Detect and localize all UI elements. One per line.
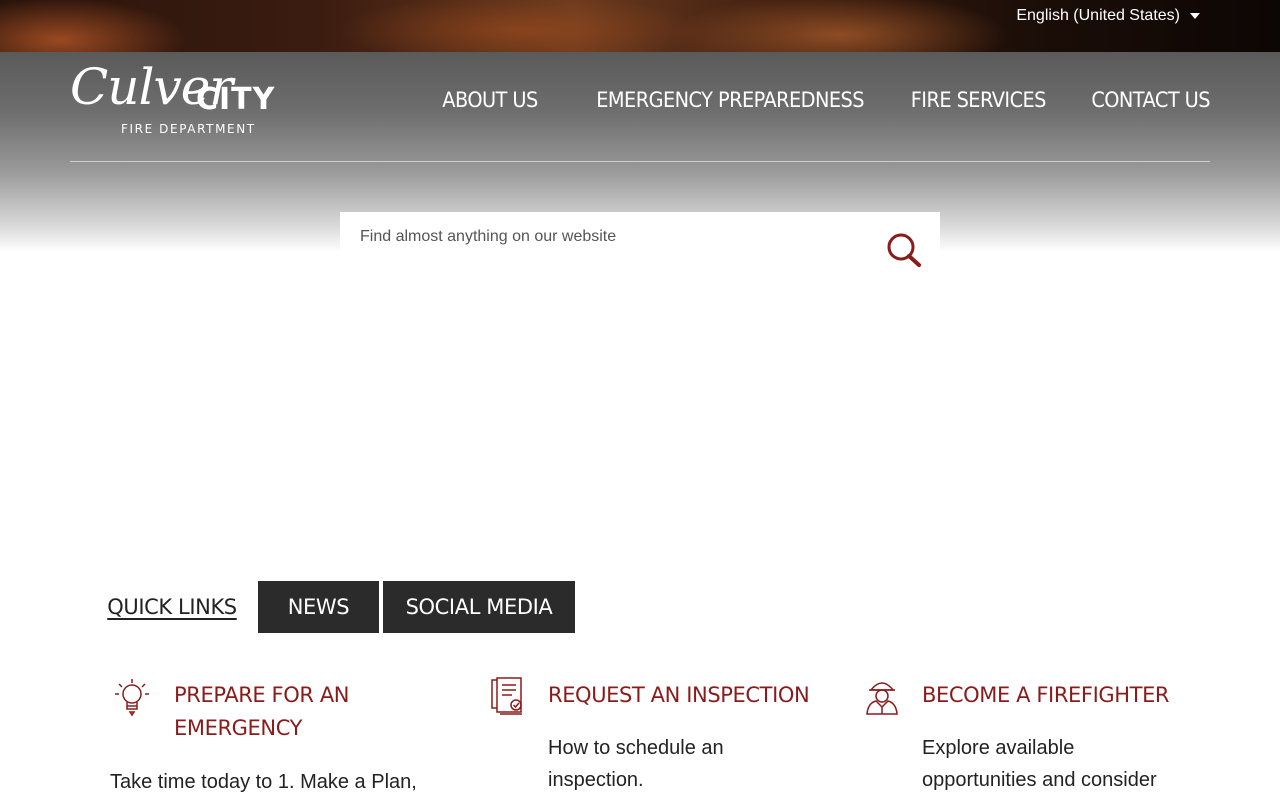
top-utility-bar: English (United States) bbox=[0, 0, 1280, 52]
language-selector[interactable]: English (United States) bbox=[1016, 6, 1200, 26]
lightbulb-icon bbox=[115, 679, 149, 717]
logo-city-text: CITY bbox=[196, 82, 276, 117]
nav-item-fire-services[interactable]: FIRE SERVICES bbox=[911, 88, 1047, 112]
card-title[interactable]: BECOME A FIREFIGHTER bbox=[922, 679, 1182, 712]
firefighter-icon bbox=[866, 682, 898, 715]
card-description: How to schedule an inspection. bbox=[548, 737, 724, 791]
nav-item-contact-us[interactable]: CONTACT US bbox=[1091, 88, 1210, 112]
tab-social-media[interactable]: SOCIAL MEDIA bbox=[383, 581, 575, 633]
tab-quick-links[interactable]: QUICK LINKS bbox=[90, 581, 254, 633]
search-icon[interactable] bbox=[886, 232, 922, 268]
card-description: Take time today to 1. Make a Plan, bbox=[110, 771, 417, 793]
chevron-down-icon bbox=[1190, 13, 1200, 19]
content-tabs: QUICK LINKS NEWS SOCIAL MEDIA bbox=[90, 581, 575, 633]
nav-item-about-us[interactable]: ABOUT US bbox=[443, 88, 539, 112]
site-logo[interactable]: Culver CITY FIRE DEPARTMENT bbox=[70, 58, 310, 138]
document-inspection-icon bbox=[491, 677, 522, 715]
quick-links-list: PREPARE FOR AN EMERGENCY Take time today… bbox=[110, 676, 1200, 800]
search-box bbox=[340, 200, 940, 286]
card-title[interactable]: PREPARE FOR AN EMERGENCY bbox=[174, 679, 364, 745]
tab-news[interactable]: NEWS bbox=[258, 581, 379, 633]
card-description: Explore available opportunities and cons… bbox=[922, 737, 1157, 791]
nav-item-emergency-preparedness[interactable]: EMERGENCY PREPAREDNESS bbox=[596, 88, 864, 112]
main-nav: ABOUT US EMERGENCY PREPAREDNESS FIRE SER… bbox=[434, 88, 1211, 112]
nav-divider bbox=[70, 161, 1210, 162]
card-title[interactable]: REQUEST AN INSPECTION bbox=[548, 679, 810, 712]
search-input[interactable] bbox=[340, 200, 860, 274]
logo-sub-text: FIRE DEPARTMENT bbox=[121, 122, 256, 136]
language-label: English (United States) bbox=[1016, 7, 1180, 24]
